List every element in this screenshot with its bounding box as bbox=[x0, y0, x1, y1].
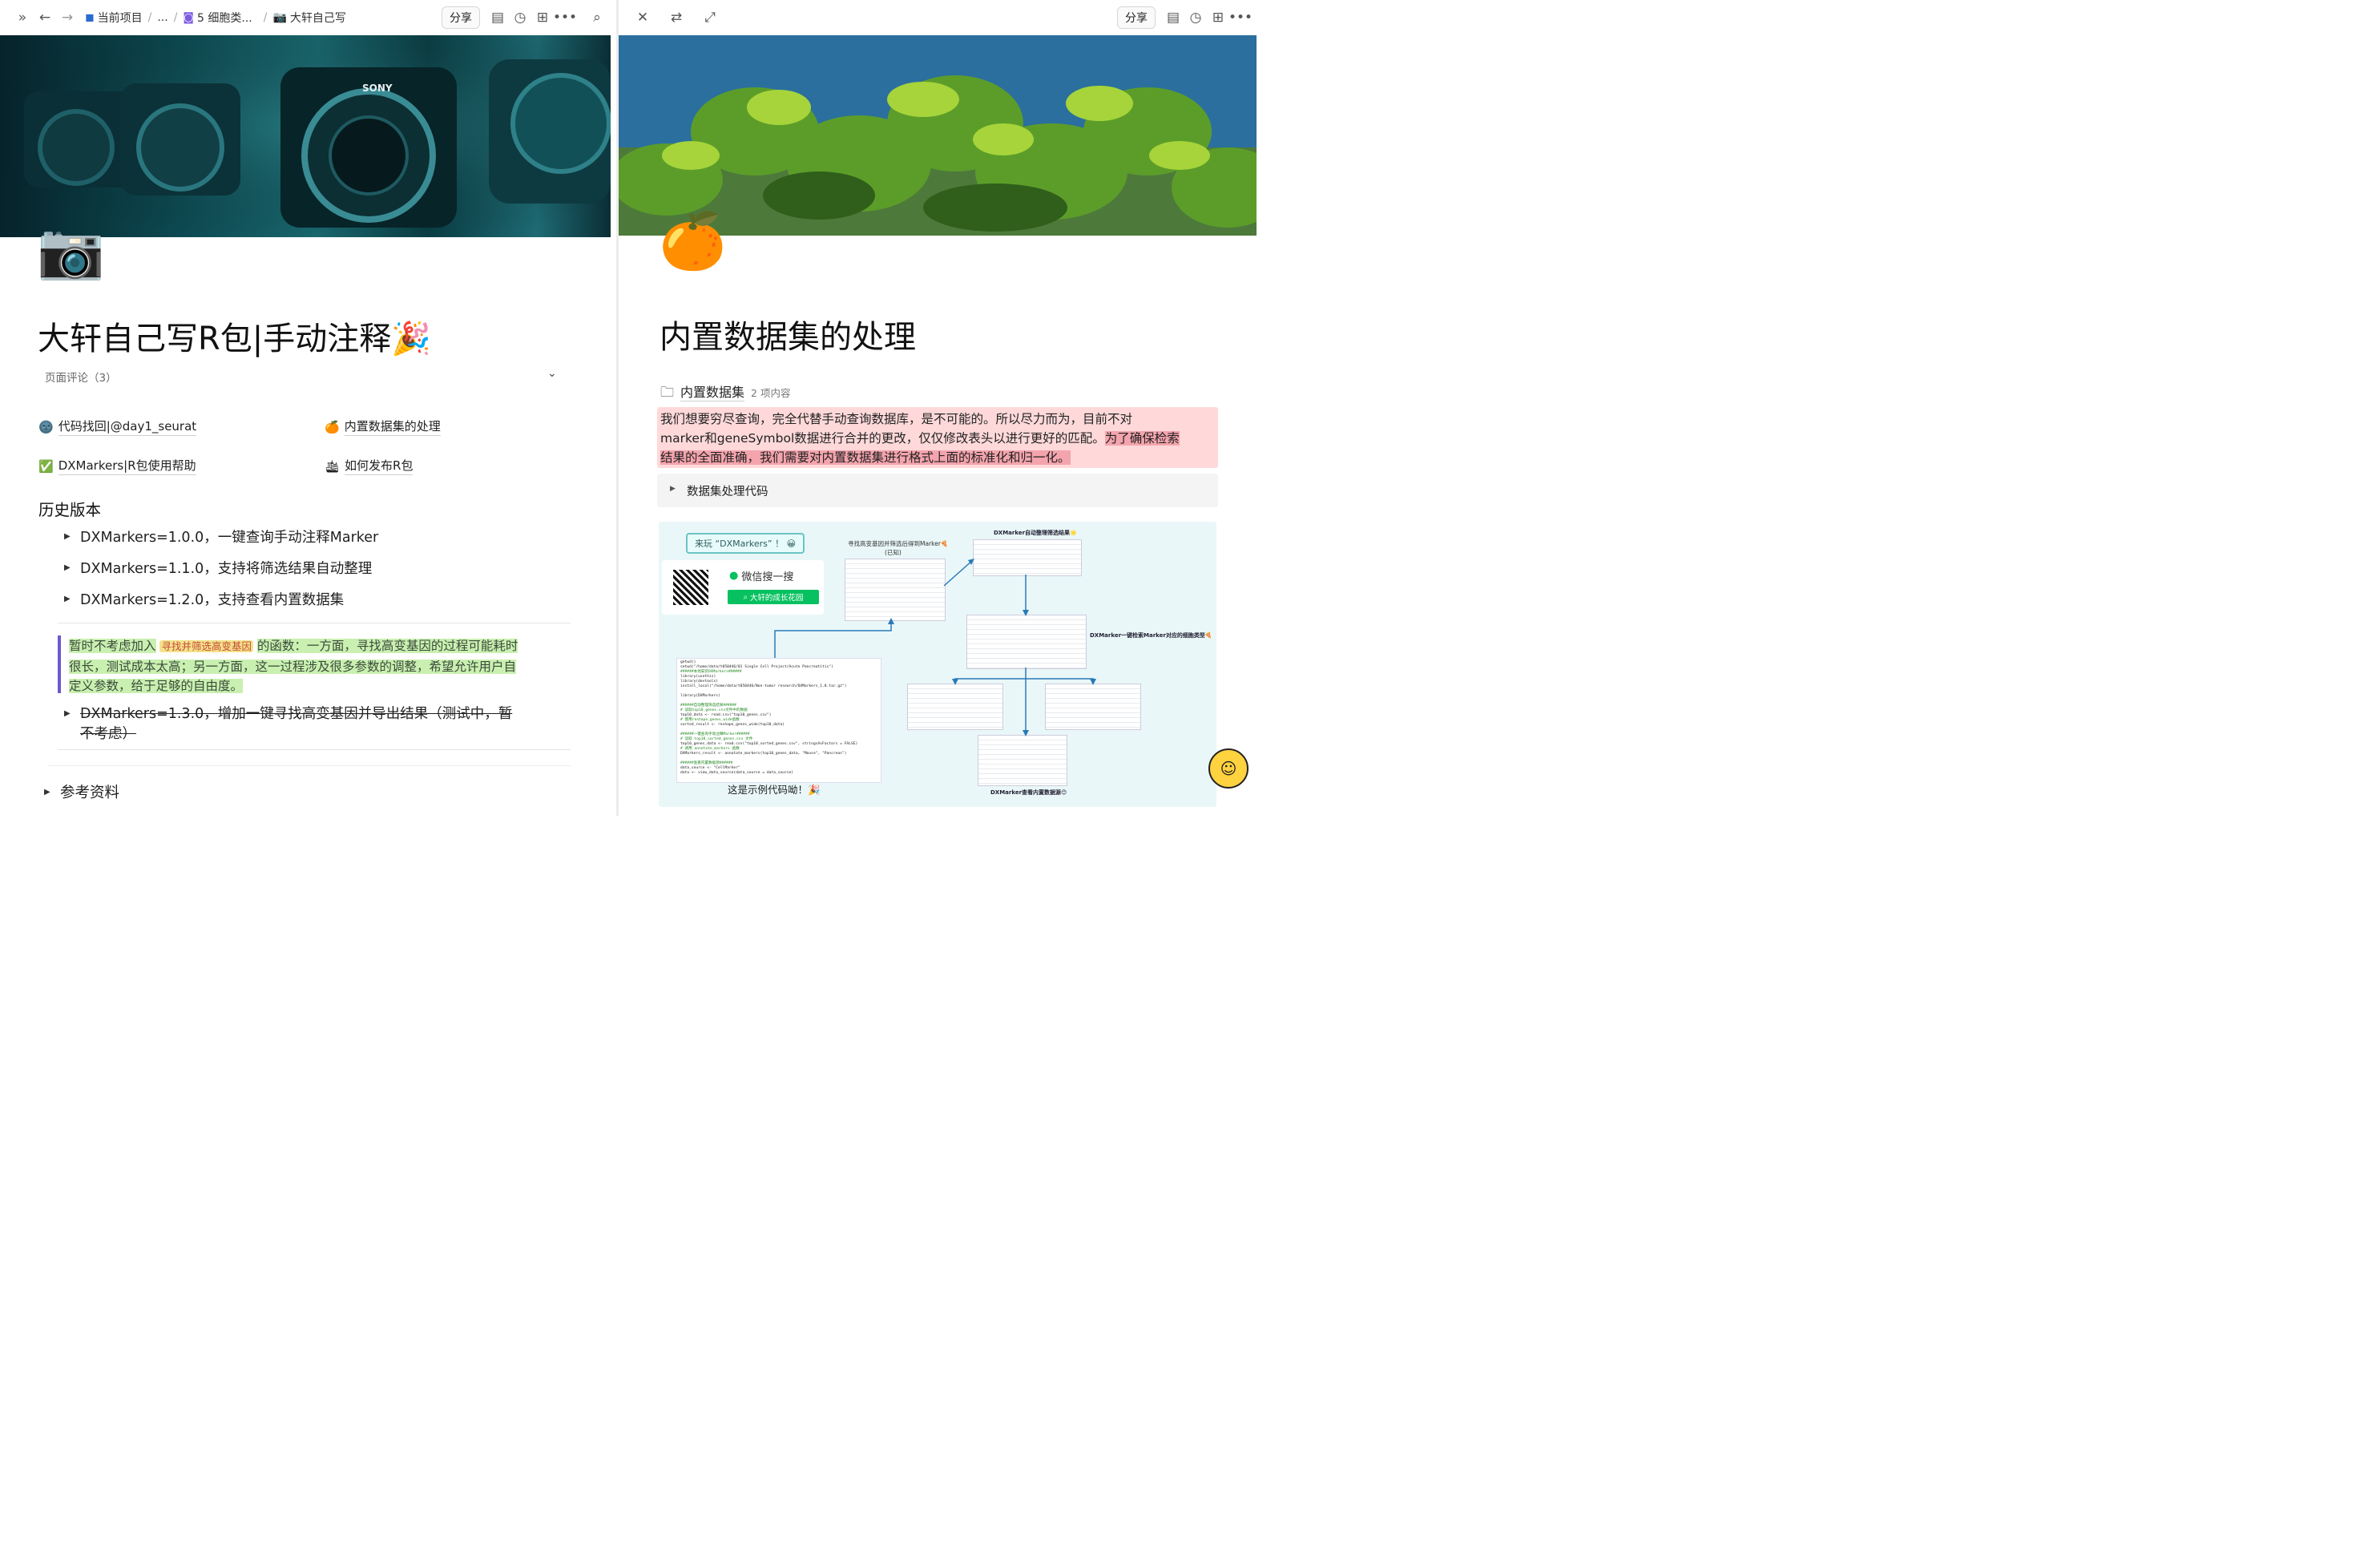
open-full-page-icon[interactable]: ⤢ bbox=[699, 6, 721, 29]
folder-icon: 🗀 bbox=[660, 385, 674, 401]
left-page-pane: » ← → ◼ 当前项目 / ... / ◙ 5 细胞类... / 📷 大轩自己… bbox=[0, 0, 616, 816]
page-link-code-recovery[interactable]: 🌚 代码找回|@day1_seurat bbox=[38, 418, 197, 436]
breadcrumb-current-page[interactable]: 📷 大轩自己写 bbox=[272, 10, 346, 26]
cube-icon: ◼ bbox=[85, 11, 95, 24]
smiley-helper-icon[interactable]: ☺ bbox=[1208, 748, 1248, 789]
new-moon-face-icon: 🌚 bbox=[38, 419, 54, 434]
callout-accent-bar bbox=[58, 635, 61, 693]
check-box-icon: ✅ bbox=[38, 458, 54, 474]
page-link-publish-r-package[interactable]: 🛳 如何发布R包 bbox=[325, 457, 413, 475]
breadcrumb-separator: / bbox=[173, 11, 178, 24]
inline-folder-link[interactable]: 🗀 内置数据集 2 项内容 bbox=[660, 381, 790, 405]
left-topbar: » ← → ◼ 当前项目 / ... / ◙ 5 细胞类... / 📷 大轩自己… bbox=[0, 0, 616, 35]
comment-icon[interactable]: ▤ bbox=[1162, 6, 1184, 29]
inline-tag-hvg: 寻找并筛选高变基因 bbox=[159, 640, 253, 652]
references-toggle[interactable]: ▶ 参考资料 bbox=[44, 781, 119, 802]
example-code-snippet: getwd() setwd("/home/data/t050446/01 Sin… bbox=[676, 658, 881, 783]
page-link-dxmarkers-help[interactable]: ✅ DXMarkers|R包使用帮助 bbox=[38, 457, 196, 475]
more-options-icon[interactable]: ••• bbox=[1228, 6, 1253, 29]
camera-cover-illustration: SONY bbox=[0, 35, 611, 237]
code-toggle-block[interactable]: ▶ 数据集处理代码 bbox=[657, 474, 1218, 507]
camera-small-icon: ◙ bbox=[183, 11, 195, 24]
toggle-triangle-icon[interactable]: ▶ bbox=[64, 532, 72, 541]
ship-icon: 🛳 bbox=[325, 458, 341, 474]
dxmarkers-workflow-image: 来玩 “DXMarkers” ！ 😀 ● 微信搜一搜 ⌕ 大轩的成长花园 寻找高… bbox=[659, 522, 1216, 807]
example-code-caption: 这是示例代码呦！🎉 bbox=[728, 784, 821, 796]
search-icon[interactable]: ⌕ bbox=[586, 6, 608, 29]
more-options-icon[interactable]: ••• bbox=[553, 6, 577, 29]
page-title[interactable]: 大轩自己写R包|手动注释🎉 bbox=[38, 313, 431, 359]
comment-icon[interactable]: ▤ bbox=[486, 6, 509, 29]
history-heading: 历史版本 bbox=[38, 501, 102, 519]
breadcrumb-separator: / bbox=[147, 11, 152, 24]
toggle-triangle-icon[interactable]: ▶ bbox=[64, 709, 72, 718]
page-comments-count[interactable]: 页面评论（3） bbox=[45, 369, 117, 385]
toggle-triangle-icon[interactable]: ▶ bbox=[44, 788, 52, 797]
paragraph-normalization: 我们想要穷尽查询，完全代替手动查询数据库，是不可能的。所以尽力而为，目前不对 m… bbox=[660, 412, 1180, 465]
camera-emoji-icon: 📷 bbox=[272, 11, 287, 24]
share-button[interactable]: 分享 bbox=[442, 6, 480, 29]
forward-arrow-icon[interactable]: → bbox=[56, 6, 79, 29]
history-clock-icon[interactable]: ◷ bbox=[1184, 6, 1207, 29]
tangerine-icon: 🍊 bbox=[325, 419, 340, 434]
tangerine-page-icon[interactable]: 🍊 bbox=[659, 215, 727, 269]
version-toggle-1-2-0[interactable]: ▶ DXMarkers=1.2.0，支持查看内置数据集 bbox=[64, 589, 344, 609]
toggle-triangle-icon[interactable]: ▶ bbox=[64, 563, 72, 572]
page-link-builtin-datasets[interactable]: 🍊 内置数据集的处理 bbox=[325, 418, 441, 436]
breadcrumb-project[interactable]: ◼ 当前项目 bbox=[85, 10, 143, 26]
expand-sidebar-icon[interactable]: » bbox=[11, 6, 34, 29]
page-title[interactable]: 内置数据集的处理 bbox=[660, 311, 916, 357]
divider bbox=[48, 765, 571, 766]
back-arrow-icon[interactable]: ← bbox=[34, 6, 56, 29]
toggle-triangle-icon[interactable]: ▶ bbox=[670, 485, 676, 493]
cover-image-plants bbox=[619, 35, 1257, 236]
swap-panes-icon[interactable]: ⇄ bbox=[665, 6, 688, 29]
plant-cover-illustration bbox=[619, 35, 1257, 236]
share-button[interactable]: 分享 bbox=[1117, 6, 1156, 29]
chevron-down-icon[interactable]: ⌄ bbox=[547, 367, 557, 380]
divider bbox=[58, 749, 571, 750]
history-clock-icon[interactable]: ◷ bbox=[509, 6, 531, 29]
close-icon[interactable]: ✕ bbox=[631, 6, 654, 29]
svg-text:SONY: SONY bbox=[362, 83, 393, 94]
breadcrumb-separator: / bbox=[263, 11, 268, 24]
callout-quote: 暂时不考虑加入 寻找并筛选高变基因 的函数：一方面，寻找高变基因的过程可能耗时 … bbox=[69, 639, 518, 693]
toggle-triangle-icon[interactable]: ▶ bbox=[64, 595, 72, 603]
version-toggle-1-0-0[interactable]: ▶ DXMarkers=1.0.0，一键查询手动注释Marker bbox=[64, 526, 378, 547]
version-toggle-1-3-0[interactable]: ▶ DXMarkers=1.3.0，增加一键寻找高变基因并导出结果（测试中，暂 … bbox=[64, 704, 512, 744]
camera-page-icon[interactable]: 📷 bbox=[37, 224, 105, 279]
right-page-pane: ✕ ⇄ ⤢ 分享 ▤ ◷ ⊞ ••• 🍊 内置数据集的处理 🗀 内置数据集 2 … bbox=[619, 0, 1257, 816]
right-topbar: ✕ ⇄ ⤢ 分享 ▤ ◷ ⊞ ••• bbox=[619, 0, 1257, 35]
bookmark-icon[interactable]: ⊞ bbox=[1207, 6, 1229, 29]
cover-image-cameras: SONY bbox=[0, 35, 611, 237]
breadcrumb-ellipsis[interactable]: ... bbox=[157, 11, 167, 24]
breadcrumb-folder[interactable]: ◙ 5 细胞类... bbox=[183, 10, 252, 26]
bookmark-icon[interactable]: ⊞ bbox=[531, 6, 554, 29]
version-toggle-1-1-0[interactable]: ▶ DXMarkers=1.1.0，支持将筛选结果自动整理 bbox=[64, 558, 372, 578]
